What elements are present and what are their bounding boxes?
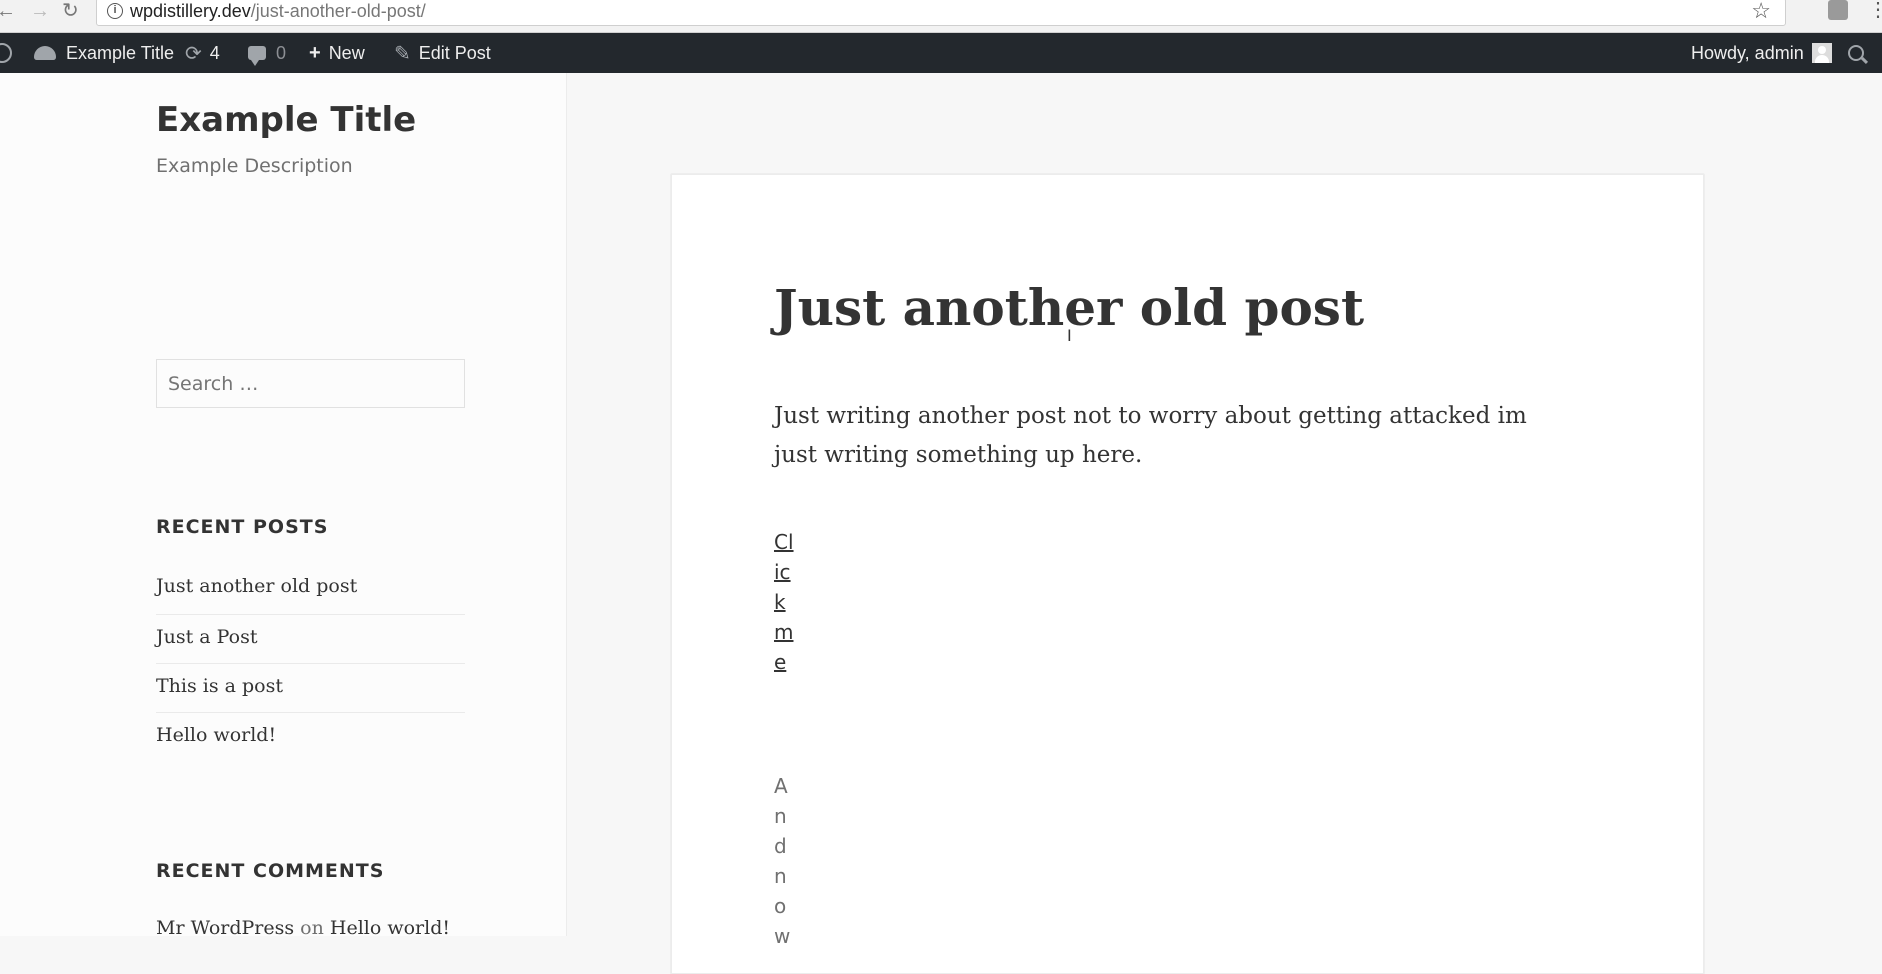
recent-post-link[interactable]: This is a post	[156, 664, 465, 713]
plus-icon: +	[309, 41, 321, 64]
avatar-icon	[1811, 43, 1832, 63]
recent-post-link[interactable]: Just another old post	[156, 565, 465, 615]
recent-posts-list: Just another old post Just a Post This i…	[156, 565, 465, 762]
extension-icon[interactable]	[1828, 0, 1848, 20]
comments-count: 0	[276, 42, 287, 63]
click-me-link[interactable]: Clickme	[774, 527, 794, 677]
back-arrow-icon[interactable]: ←	[0, 0, 16, 22]
updates-menu[interactable]: ⟳ 4	[185, 33, 220, 73]
new-label: New	[328, 42, 365, 63]
my-account-menu[interactable]: Howdy, admin	[1691, 33, 1832, 73]
wp-logo-menu[interactable]	[0, 33, 12, 73]
info-icon[interactable]: i	[107, 3, 123, 19]
site-name-label: Example Title	[66, 42, 175, 63]
browser-menu-icon[interactable]: ⋮	[1868, 0, 1882, 20]
new-content-menu[interactable]: + New	[309, 33, 365, 73]
post-body: Just writing another post not to worry a…	[774, 403, 1527, 468]
site-description: Example Description	[156, 155, 353, 177]
trailing-text: Andnow	[774, 774, 791, 948]
recent-comments-heading: RECENT COMMENTS	[156, 860, 385, 882]
edit-post-link[interactable]: ✎ Edit Post	[394, 33, 491, 73]
reload-icon[interactable]: ↻	[62, 0, 79, 22]
edit-post-label: Edit Post	[418, 42, 491, 63]
address-bar[interactable]: i wpdistillery.dev/just-another-old-post…	[96, 0, 1786, 26]
recent-post-link[interactable]: Hello world!	[156, 713, 465, 762]
wp-admin-bar: Example Title ⟳ 4 0 + New ✎ Edit Post Ho…	[0, 33, 1882, 73]
updates-count: 4	[209, 42, 220, 63]
pencil-icon: ✎	[394, 42, 411, 65]
site-name-menu[interactable]: Example Title	[34, 33, 174, 73]
updates-icon: ⟳	[185, 42, 202, 65]
search-input[interactable]	[156, 359, 465, 408]
site-title[interactable]: Example Title	[156, 100, 416, 140]
dashboard-icon	[34, 46, 56, 60]
admin-search[interactable]	[1848, 33, 1864, 73]
comments-menu[interactable]: 0	[248, 33, 286, 73]
bookmark-star-icon[interactable]: ☆	[1751, 0, 1771, 23]
recent-posts-heading: RECENT POSTS	[156, 516, 329, 538]
howdy-label: Howdy, admin	[1691, 42, 1804, 63]
forward-arrow-icon[interactable]: →	[30, 0, 50, 22]
scrollbar[interactable]	[1874, 73, 1882, 936]
sidebar	[0, 73, 567, 936]
browser-toolbar: ← → ↻ i wpdistillery.dev/just-another-ol…	[0, 0, 1882, 33]
text-cursor-icon: I	[1067, 326, 1072, 345]
url-text[interactable]: wpdistillery.dev/just-another-old-post/	[130, 1, 426, 22]
wordpress-logo-icon[interactable]	[0, 43, 12, 63]
recent-post-link[interactable]: Just a Post	[156, 615, 465, 664]
comment-bubble-icon	[248, 46, 266, 66]
search-icon[interactable]	[1848, 45, 1864, 61]
